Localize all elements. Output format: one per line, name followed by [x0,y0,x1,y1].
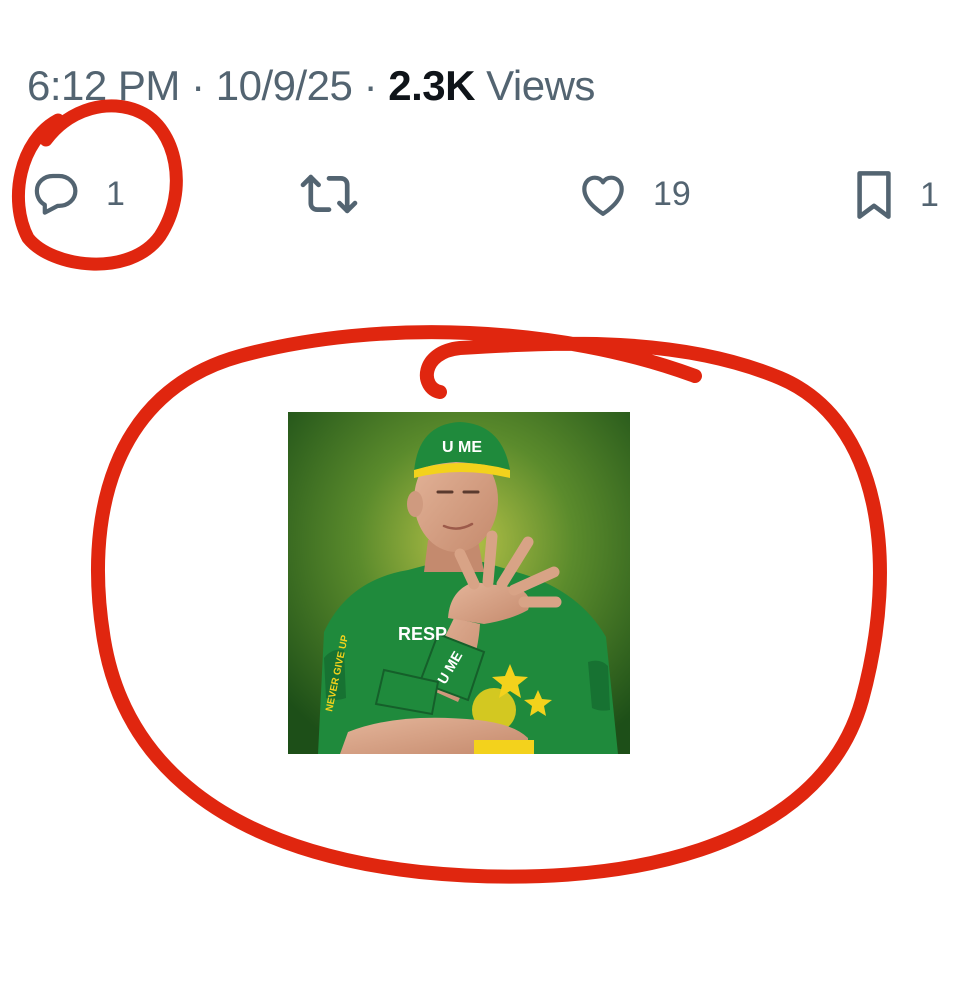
separator: · [363,62,378,109]
tweet-media-image[interactable]: U ME RESP U ME NEVER GIVE UP [288,412,630,754]
repost-icon [297,168,361,220]
tweet-time[interactable]: 6:12 PM [27,62,180,109]
tweet-date[interactable]: 10/9/25 [216,62,353,109]
like-button[interactable]: 19 [575,166,691,222]
reply-button[interactable]: 1 [28,166,125,222]
bookmark-button[interactable]: 1 [850,166,939,224]
like-count: 19 [653,174,691,213]
tweet-metadata: 6:12 PM · 10/9/25 · 2.3K Views [27,62,595,110]
reply-icon [28,166,84,222]
repost-button[interactable] [297,168,383,220]
views-count: 2.3K [388,62,475,109]
heart-icon [575,166,631,222]
views-label: Views [486,62,595,109]
bookmark-count: 1 [920,175,939,214]
cap-logo-text: U ME [442,439,482,456]
shirt-print-text: RESP [398,624,447,644]
separator: · [191,62,205,109]
reply-count: 1 [106,174,125,213]
bookmark-icon [850,166,898,224]
